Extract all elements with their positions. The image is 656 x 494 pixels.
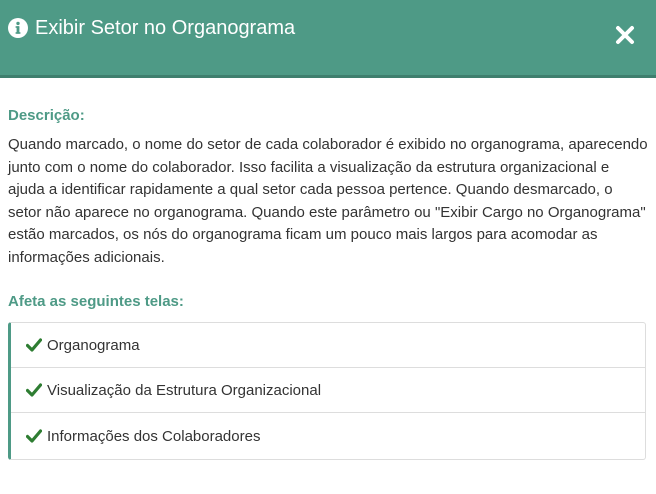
modal-body: Descrição: Quando marcado, o nome do set… xyxy=(8,106,648,476)
close-icon[interactable] xyxy=(614,24,636,46)
check-icon xyxy=(26,383,42,397)
list-item: Informações dos Colaboradores xyxy=(11,413,645,459)
list-item: Organograma xyxy=(11,323,645,368)
modal-title: Exibir Setor no Organograma xyxy=(35,17,296,39)
list-item-label: Visualização da Estrutura Organizacional xyxy=(47,381,322,399)
list-item: Visualização da Estrutura Organizacional xyxy=(11,368,645,413)
description-label: Descrição: xyxy=(8,107,85,124)
info-circle-icon xyxy=(8,18,28,38)
check-icon xyxy=(26,429,42,443)
modal-header: Exibir Setor no Organograma xyxy=(0,0,656,78)
description-text: Quando marcado, o nome do setor de cada … xyxy=(8,136,648,266)
affected-screens-label: Afeta as seguintes telas: xyxy=(8,293,184,310)
affected-screens-list: Organograma Visualização da Estrutura Or… xyxy=(8,322,646,460)
check-icon xyxy=(26,338,42,352)
modal-title-row: Exibir Setor no Organograma xyxy=(8,14,295,42)
modal-dialog: Exibir Setor no Organograma Descrição: Q… xyxy=(0,0,656,494)
list-item-label: Organograma xyxy=(47,336,140,354)
list-item-label: Informações dos Colaboradores xyxy=(47,427,261,445)
